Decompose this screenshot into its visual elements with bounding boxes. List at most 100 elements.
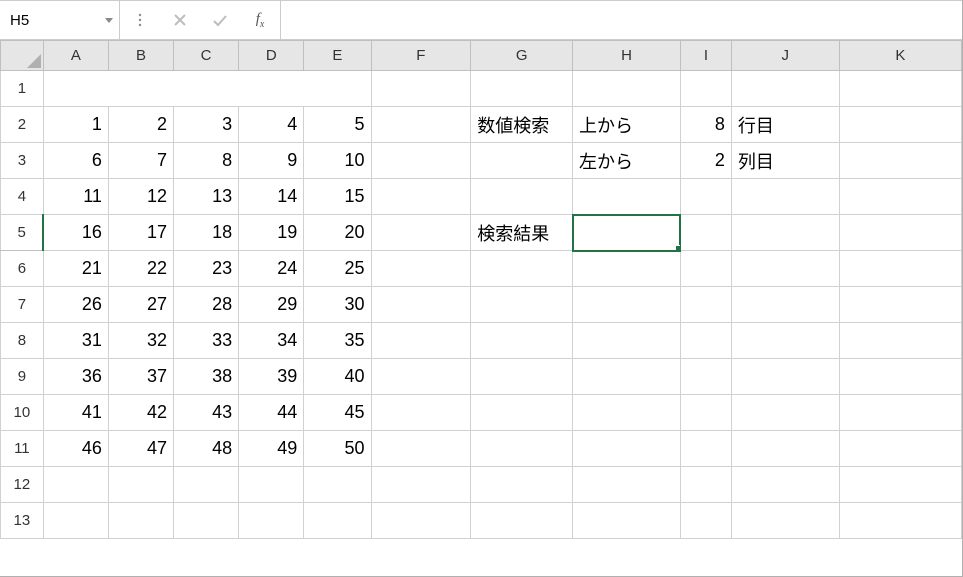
cell-H11[interactable]: [573, 431, 681, 467]
cell-J10[interactable]: [731, 395, 839, 431]
cell-E4[interactable]: 15: [304, 179, 371, 215]
cell-F6[interactable]: [371, 251, 471, 287]
cell-I10[interactable]: [680, 395, 731, 431]
cell-E2[interactable]: 5: [304, 107, 371, 143]
cell-I13[interactable]: [680, 503, 731, 539]
cell-G6[interactable]: [471, 251, 573, 287]
cell-C13[interactable]: [174, 503, 239, 539]
cell-B6[interactable]: 22: [108, 251, 173, 287]
cell-A3[interactable]: 6: [43, 143, 108, 179]
row-header-7[interactable]: 7: [1, 287, 44, 323]
row-header-2[interactable]: 2: [1, 107, 44, 143]
cell-A8[interactable]: 31: [43, 323, 108, 359]
row-header-8[interactable]: 8: [1, 323, 44, 359]
cell-C2[interactable]: 3: [174, 107, 239, 143]
cell-J2[interactable]: 行目: [731, 107, 839, 143]
cell-K5[interactable]: [839, 215, 961, 251]
col-header-D[interactable]: D: [239, 41, 304, 71]
col-header-C[interactable]: C: [174, 41, 239, 71]
more-button[interactable]: [120, 12, 160, 28]
cell-H6[interactable]: [573, 251, 681, 287]
cell-F2[interactable]: [371, 107, 471, 143]
cell-D10[interactable]: 44: [239, 395, 304, 431]
cell-E12[interactable]: [304, 467, 371, 503]
cell-J3[interactable]: 列目: [731, 143, 839, 179]
cell-I2[interactable]: 8: [680, 107, 731, 143]
cell-A9[interactable]: 36: [43, 359, 108, 395]
cell-E8[interactable]: 35: [304, 323, 371, 359]
col-header-A[interactable]: A: [43, 41, 108, 71]
cell-I8[interactable]: [680, 323, 731, 359]
cell-G1[interactable]: [471, 71, 573, 107]
cell-H13[interactable]: [573, 503, 681, 539]
cell-C11[interactable]: 48: [174, 431, 239, 467]
cell-H2[interactable]: 上から: [573, 107, 681, 143]
cell-A5[interactable]: 16: [43, 215, 108, 251]
cell-D9[interactable]: 39: [239, 359, 304, 395]
cell-E6[interactable]: 25: [304, 251, 371, 287]
row-header-12[interactable]: 12: [1, 467, 44, 503]
cell-E13[interactable]: [304, 503, 371, 539]
cell-J7[interactable]: [731, 287, 839, 323]
cell-D5[interactable]: 19: [239, 215, 304, 251]
select-all-corner[interactable]: [1, 41, 44, 71]
cell-G3[interactable]: [471, 143, 573, 179]
cell-F1[interactable]: [371, 71, 471, 107]
col-header-F[interactable]: F: [371, 41, 471, 71]
col-header-E[interactable]: E: [304, 41, 371, 71]
cell-E10[interactable]: 45: [304, 395, 371, 431]
cell-K9[interactable]: [839, 359, 961, 395]
cell-D2[interactable]: 4: [239, 107, 304, 143]
cell-D7[interactable]: 29: [239, 287, 304, 323]
cell-H1[interactable]: [573, 71, 681, 107]
cell-D13[interactable]: [239, 503, 304, 539]
cell-F11[interactable]: [371, 431, 471, 467]
cell-K4[interactable]: [839, 179, 961, 215]
cell-I9[interactable]: [680, 359, 731, 395]
cell-C6[interactable]: 23: [174, 251, 239, 287]
cell-B5[interactable]: 17: [108, 215, 173, 251]
cell-G4[interactable]: [471, 179, 573, 215]
cell-E9[interactable]: 40: [304, 359, 371, 395]
cell-B7[interactable]: 27: [108, 287, 173, 323]
cell-G11[interactable]: [471, 431, 573, 467]
cell-C9[interactable]: 38: [174, 359, 239, 395]
cell-K1[interactable]: [839, 71, 961, 107]
col-header-K[interactable]: K: [839, 41, 961, 71]
cell-J12[interactable]: [731, 467, 839, 503]
cell-J4[interactable]: [731, 179, 839, 215]
cell-D11[interactable]: 49: [239, 431, 304, 467]
cell-K8[interactable]: [839, 323, 961, 359]
col-header-J[interactable]: J: [731, 41, 839, 71]
cell-I6[interactable]: [680, 251, 731, 287]
row-header-6[interactable]: 6: [1, 251, 44, 287]
cell-B11[interactable]: 47: [108, 431, 173, 467]
cell-C12[interactable]: [174, 467, 239, 503]
cell-H12[interactable]: [573, 467, 681, 503]
cell-F5[interactable]: [371, 215, 471, 251]
cell-G7[interactable]: [471, 287, 573, 323]
row-header-10[interactable]: 10: [1, 395, 44, 431]
cell-B10[interactable]: 42: [108, 395, 173, 431]
cell-A6[interactable]: 21: [43, 251, 108, 287]
cell-I12[interactable]: [680, 467, 731, 503]
cell-F7[interactable]: [371, 287, 471, 323]
cell-I5[interactable]: [680, 215, 731, 251]
cell-B2[interactable]: 2: [108, 107, 173, 143]
cell-G8[interactable]: [471, 323, 573, 359]
cell-A10[interactable]: 41: [43, 395, 108, 431]
cell-E3[interactable]: 10: [304, 143, 371, 179]
name-box[interactable]: H5: [8, 7, 99, 33]
cell-C4[interactable]: 13: [174, 179, 239, 215]
cell-D12[interactable]: [239, 467, 304, 503]
cell-H7[interactable]: [573, 287, 681, 323]
cell-B8[interactable]: 32: [108, 323, 173, 359]
cell-G2[interactable]: 数値検索: [471, 107, 573, 143]
row-header-3[interactable]: 3: [1, 143, 44, 179]
cell-I7[interactable]: [680, 287, 731, 323]
cell-F3[interactable]: [371, 143, 471, 179]
cell-E7[interactable]: 30: [304, 287, 371, 323]
cell-K3[interactable]: [839, 143, 961, 179]
cell-D4[interactable]: 14: [239, 179, 304, 215]
cell-C3[interactable]: 8: [174, 143, 239, 179]
